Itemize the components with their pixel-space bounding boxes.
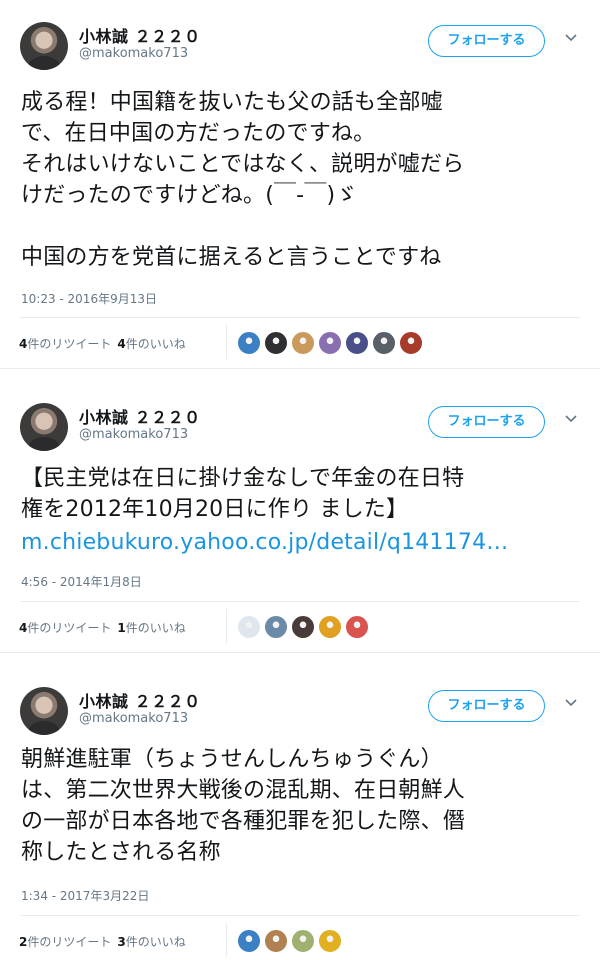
liker-avatar[interactable] [399,331,423,355]
timestamp[interactable]: 1:34 - 2017年3月22日 [21,887,149,904]
user-handle[interactable]: @makomako713 [79,46,188,61]
divider [20,601,580,602]
like-count[interactable]: 4件のいいね [117,335,185,352]
follow-button[interactable]: フォローする [428,690,545,722]
chevron-down-icon[interactable] [565,697,577,709]
liker-avatar[interactable] [291,331,315,355]
follow-button[interactable]: フォローする [428,406,545,438]
timestamp[interactable]: 4:56 - 2014年1月8日 [21,573,142,590]
stats-divider [226,609,227,643]
divider [20,915,580,916]
liker-avatar[interactable] [372,331,396,355]
liker-avatar[interactable] [237,331,261,355]
tweet-link[interactable]: m.chiebukuro.yahoo.co.jp/detail/q141174… [21,527,581,558]
engagement-stats: 2件のリツイート 3件のいいね [19,933,186,950]
follow-button[interactable]: フォローする [428,25,545,57]
liker-avatar[interactable] [318,929,342,953]
engagement-stats: 4件のリツイート 4件のいいね [19,335,186,352]
retweet-count[interactable]: 4件のリツイート [19,335,111,352]
liker-avatar[interactable] [345,615,369,639]
tweet-text: 【民主党は在日に掛け金なしで年金の在日特 権を2012年10月20日に作り まし… [21,466,465,522]
engagement-stats: 4件のリツイート 1件のいいね [19,619,186,636]
like-count[interactable]: 3件のいいね [117,933,185,950]
liker-avatar[interactable] [291,929,315,953]
liker-avatars [237,331,423,355]
like-count[interactable]: 1件のいいね [117,619,185,636]
timestamp[interactable]: 10:23 - 2016年9月13日 [21,290,157,307]
liker-avatar[interactable] [318,331,342,355]
divider [20,317,580,318]
user-handle[interactable]: @makomako713 [79,711,188,726]
avatar[interactable] [20,687,68,735]
liker-avatar[interactable] [318,615,342,639]
avatar[interactable] [20,403,68,451]
stats-divider [226,325,227,359]
liker-avatars [237,615,369,639]
liker-avatar[interactable] [237,929,261,953]
liker-avatar[interactable] [264,615,288,639]
retweet-count[interactable]: 2件のリツイート [19,933,111,950]
stats-divider [226,923,227,957]
liker-avatar[interactable] [264,331,288,355]
display-name[interactable]: 小林誠 ２２２０ [79,404,201,428]
tweet-text: 成る程！中国籍を抜いたも父の話も全部嘘 で、在日中国の方だったのですね。 それは… [21,90,465,270]
user-handle[interactable]: @makomako713 [79,427,188,442]
liker-avatar[interactable] [291,615,315,639]
display-name[interactable]: 小林誠 ２２２０ [79,688,201,712]
liker-avatar[interactable] [264,929,288,953]
tweet-divider [0,652,600,653]
retweet-count[interactable]: 4件のリツイート [19,619,111,636]
liker-avatar[interactable] [345,331,369,355]
chevron-down-icon[interactable] [565,413,577,425]
display-name[interactable]: 小林誠 ２２２０ [79,23,201,47]
liker-avatar[interactable] [237,615,261,639]
avatar[interactable] [20,22,68,70]
chevron-down-icon[interactable] [565,32,577,44]
liker-avatars [237,929,342,953]
tweet-divider [0,368,600,369]
tweet-text: 朝鮮進駐軍（ちょうせんしんちゅうぐん） は、第二次世界大戦後の混乱期、在日朝鮮人… [21,747,466,865]
